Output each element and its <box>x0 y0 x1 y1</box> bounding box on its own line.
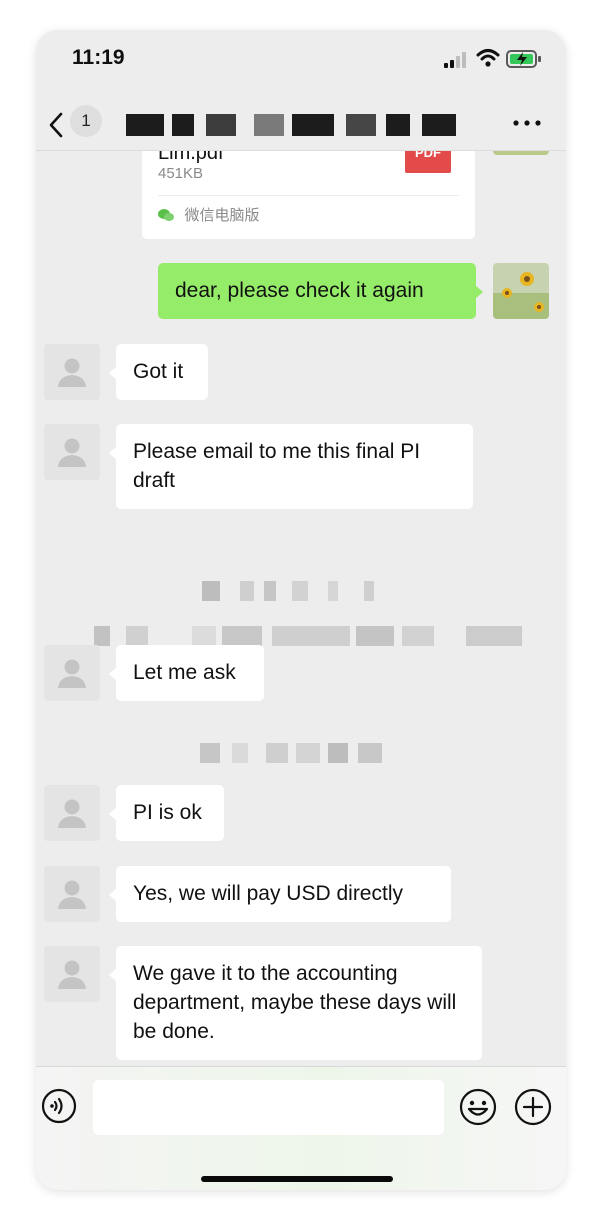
status-time: 11:19 <box>72 46 125 69</box>
cellular-signal-icon <box>444 52 466 68</box>
file-name: Lim.pdf <box>158 151 224 164</box>
ellipsis-icon[interactable] <box>512 116 542 130</box>
home-indicator[interactable] <box>201 1176 393 1182</box>
phone-screen: 11:19 1 Lim.pdf 451KB PDF 微信电脑版 dear, pl… <box>36 30 566 1190</box>
contact-avatar[interactable] <box>44 946 100 1002</box>
message-text: Let me ask <box>133 661 236 684</box>
file-source-label: 微信电脑版 <box>184 207 260 224</box>
wechat-icon <box>158 208 174 221</box>
incoming-message-bubble[interactable]: We gave it to the accounting department,… <box>109 946 482 1060</box>
person-icon <box>58 659 86 688</box>
redacted-text <box>198 743 388 763</box>
outgoing-message-bubble[interactable]: dear, please check it again <box>158 263 483 319</box>
contact-avatar[interactable] <box>44 785 100 841</box>
self-avatar[interactable] <box>493 151 549 155</box>
file-card-divider <box>158 195 459 196</box>
pdf-file-icon: PDF <box>405 151 451 173</box>
person-icon <box>58 960 86 989</box>
chevron-left-icon[interactable] <box>48 110 64 140</box>
unread-count-badge[interactable]: 1 <box>70 105 102 137</box>
message-text: Got it <box>133 360 184 383</box>
status-bar: 11:19 <box>36 30 566 90</box>
person-icon <box>58 438 86 467</box>
chat-area[interactable]: Lim.pdf 451KB PDF 微信电脑版 dear, please che… <box>36 151 566 1066</box>
file-size: 451KB <box>158 165 204 182</box>
person-icon <box>58 799 86 828</box>
sunflower-avatar-icon <box>493 263 549 319</box>
message-text: Yes, we will pay USD directly <box>133 882 403 905</box>
incoming-message-bubble[interactable]: Got it <box>109 344 208 400</box>
message-text: PI is ok <box>133 801 202 824</box>
contact-avatar[interactable] <box>44 424 100 480</box>
incoming-message-bubble[interactable]: Yes, we will pay USD directly <box>109 866 451 922</box>
incoming-message-bubble[interactable]: Please email to me this final PI draft <box>109 424 473 509</box>
person-icon <box>58 880 86 909</box>
voice-icon[interactable] <box>41 1088 77 1124</box>
redacted-text <box>88 626 528 646</box>
wifi-icon <box>476 49 500 67</box>
message-input[interactable] <box>93 1080 444 1135</box>
chat-title-redacted <box>126 114 476 136</box>
input-bar <box>36 1066 566 1190</box>
message-text: dear, please check it again <box>175 279 424 302</box>
file-source: 微信电脑版 <box>158 204 259 226</box>
battery-charging-icon <box>506 50 541 68</box>
contact-avatar[interactable] <box>44 866 100 922</box>
file-message-card[interactable]: Lim.pdf 451KB PDF 微信电脑版 <box>142 151 475 239</box>
redacted-text <box>196 581 386 601</box>
message-text: Please email to me this final PI draft <box>133 440 421 492</box>
emoji-icon[interactable] <box>459 1088 497 1126</box>
plus-icon[interactable] <box>514 1088 552 1126</box>
message-text: We gave it to the accounting department,… <box>133 962 457 1043</box>
self-avatar[interactable] <box>493 263 549 319</box>
person-icon <box>58 358 86 387</box>
contact-avatar[interactable] <box>44 344 100 400</box>
incoming-message-bubble[interactable]: PI is ok <box>109 785 224 841</box>
contact-avatar[interactable] <box>44 645 100 701</box>
nav-bar: 1 <box>36 100 566 151</box>
incoming-message-bubble[interactable]: Let me ask <box>109 645 264 701</box>
